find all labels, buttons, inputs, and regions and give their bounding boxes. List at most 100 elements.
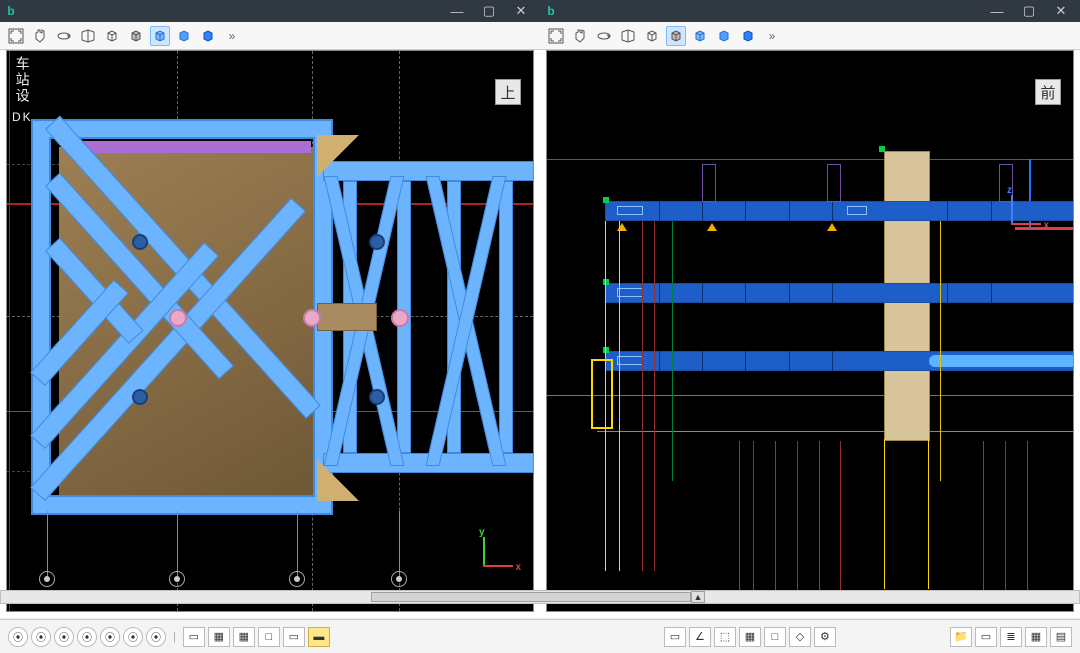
corner-fillet [317, 459, 359, 501]
pan-icon[interactable] [570, 26, 590, 46]
cube-blue-icon[interactable] [738, 26, 758, 46]
cube-shaded-icon[interactable] [126, 26, 146, 46]
pile-green [775, 441, 776, 591]
outline-button[interactable]: □ [258, 627, 280, 647]
horizontal-scrollbar[interactable]: ▲ [0, 590, 1080, 604]
pile-yellow [884, 439, 885, 589]
highlight-button[interactable]: ▬ [308, 627, 330, 647]
grid-button[interactable]: ▦ [208, 627, 230, 647]
axis-gizmo[interactable]: z x [1001, 191, 1043, 233]
minimize-button[interactable]: — [982, 1, 1012, 21]
grid-bubble-inner [44, 576, 50, 582]
deck-seg [617, 356, 643, 365]
toolbar-left: » [0, 22, 540, 50]
line-cyan [597, 431, 1073, 432]
round-button[interactable]: ⦿ [77, 627, 97, 647]
round-button[interactable]: ⦿ [31, 627, 51, 647]
deck-div [745, 201, 746, 221]
view-direction-button[interactable]: 前 [1035, 79, 1061, 105]
orbit-icon[interactable] [54, 26, 74, 46]
round-button[interactable]: ⦿ [54, 627, 74, 647]
pan-icon[interactable] [30, 26, 50, 46]
round-button[interactable]: ⦿ [146, 627, 166, 647]
folder-icon[interactable]: 📁 [950, 627, 972, 647]
cube-wire-icon[interactable] [102, 26, 122, 46]
snap-diamond-button[interactable]: ◇ [789, 627, 811, 647]
snap-rect-button[interactable]: ▭ [664, 627, 686, 647]
green-node [603, 347, 609, 353]
deck-div [745, 283, 746, 303]
pink-node [391, 309, 409, 327]
column-top [317, 303, 377, 331]
minimize-button[interactable]: — [442, 1, 472, 21]
rect-icon[interactable]: ▭ [975, 627, 997, 647]
grid-bubble-inner [396, 576, 402, 582]
blue-node [369, 234, 385, 250]
pink-node [169, 309, 187, 327]
pile-yellow [619, 221, 620, 571]
cube-shaded-icon[interactable] [666, 26, 686, 46]
corner-fillet [317, 135, 359, 177]
deck-seg [847, 206, 867, 215]
titlebar-right[interactable]: b — ▢ ✕ [540, 0, 1080, 22]
close-button[interactable]: ✕ [1046, 1, 1076, 21]
axis-y-label: y [479, 527, 485, 538]
snap-grid-button[interactable]: ⬚ [714, 627, 736, 647]
vertical-label-en: DK [12, 110, 33, 124]
vertical-label: 车站设 DK [12, 56, 33, 124]
fit-view-icon[interactable] [546, 26, 566, 46]
grid-button[interactable]: ▦ [233, 627, 255, 647]
snap-box-button[interactable]: □ [764, 627, 786, 647]
deck-col [499, 181, 513, 453]
snap-angle-button[interactable]: ∠ [689, 627, 711, 647]
pile-yellow [928, 439, 929, 589]
footer-left-cluster: ⦿ ⦿ ⦿ ⦿ ⦿ ⦿ ⦿ | ▭ ▦ ▦ □ ▭ ▬ [8, 627, 330, 647]
orbit-icon[interactable] [594, 26, 614, 46]
cube-iso-icon[interactable] [150, 26, 170, 46]
vertical-label-cn: 车站设 [12, 56, 33, 104]
app-icon: b [544, 4, 558, 18]
list-icon[interactable]: ≣ [1000, 627, 1022, 647]
deck-div [947, 201, 948, 221]
axis-x-label: x [515, 562, 521, 573]
axis-gizmo[interactable]: y x [473, 533, 515, 575]
pile-green [739, 441, 740, 591]
window-controls: — ▢ ✕ [442, 1, 536, 21]
footer-center-cluster: ▭ ∠ ⬚ ▦ □ ◇ ⚙ [664, 627, 836, 647]
close-button[interactable]: ✕ [506, 1, 536, 21]
blue-node [132, 234, 148, 250]
settings-gear-icon[interactable]: ⚙ [814, 627, 836, 647]
titlebar-left[interactable]: b — ▢ ✕ [0, 0, 540, 22]
view-direction-button[interactable]: 上 [495, 79, 521, 105]
scroll-arrow-icon[interactable]: ▲ [691, 591, 705, 603]
cube-blue-icon[interactable] [198, 26, 218, 46]
display-mode-button[interactable]: ▭ [183, 627, 205, 647]
round-button[interactable]: ⦿ [123, 627, 143, 647]
toolbar-more-icon[interactable]: » [222, 26, 242, 46]
deck-level-2 [605, 283, 1074, 303]
rows-icon[interactable]: ▤ [1050, 627, 1072, 647]
blue-node [132, 389, 148, 405]
section-icon[interactable] [618, 26, 638, 46]
section-icon[interactable] [78, 26, 98, 46]
maximize-button[interactable]: ▢ [1014, 1, 1044, 21]
round-button[interactable]: ⦿ [8, 627, 28, 647]
grid-icon[interactable]: ▦ [1025, 627, 1047, 647]
pile-yellow [940, 221, 941, 481]
cube-iso-icon[interactable] [690, 26, 710, 46]
cube-wire-icon[interactable] [642, 26, 662, 46]
toolbar-more-icon[interactable]: » [762, 26, 782, 46]
fit-view-icon[interactable] [6, 26, 26, 46]
axis-y-line [9, 51, 10, 611]
viewport-left[interactable]: 车站设 DK 上 [6, 50, 534, 612]
deck-div [659, 201, 660, 221]
maximize-button[interactable]: ▢ [474, 1, 504, 21]
cube-solid-icon[interactable] [714, 26, 734, 46]
cube-solid-icon[interactable] [174, 26, 194, 46]
scroll-thumb[interactable] [371, 592, 691, 602]
deck-div [659, 283, 660, 303]
viewport-right[interactable]: 前 [546, 50, 1074, 612]
snap-grid2-button[interactable]: ▦ [739, 627, 761, 647]
outline-button[interactable]: ▭ [283, 627, 305, 647]
round-button[interactable]: ⦿ [100, 627, 120, 647]
